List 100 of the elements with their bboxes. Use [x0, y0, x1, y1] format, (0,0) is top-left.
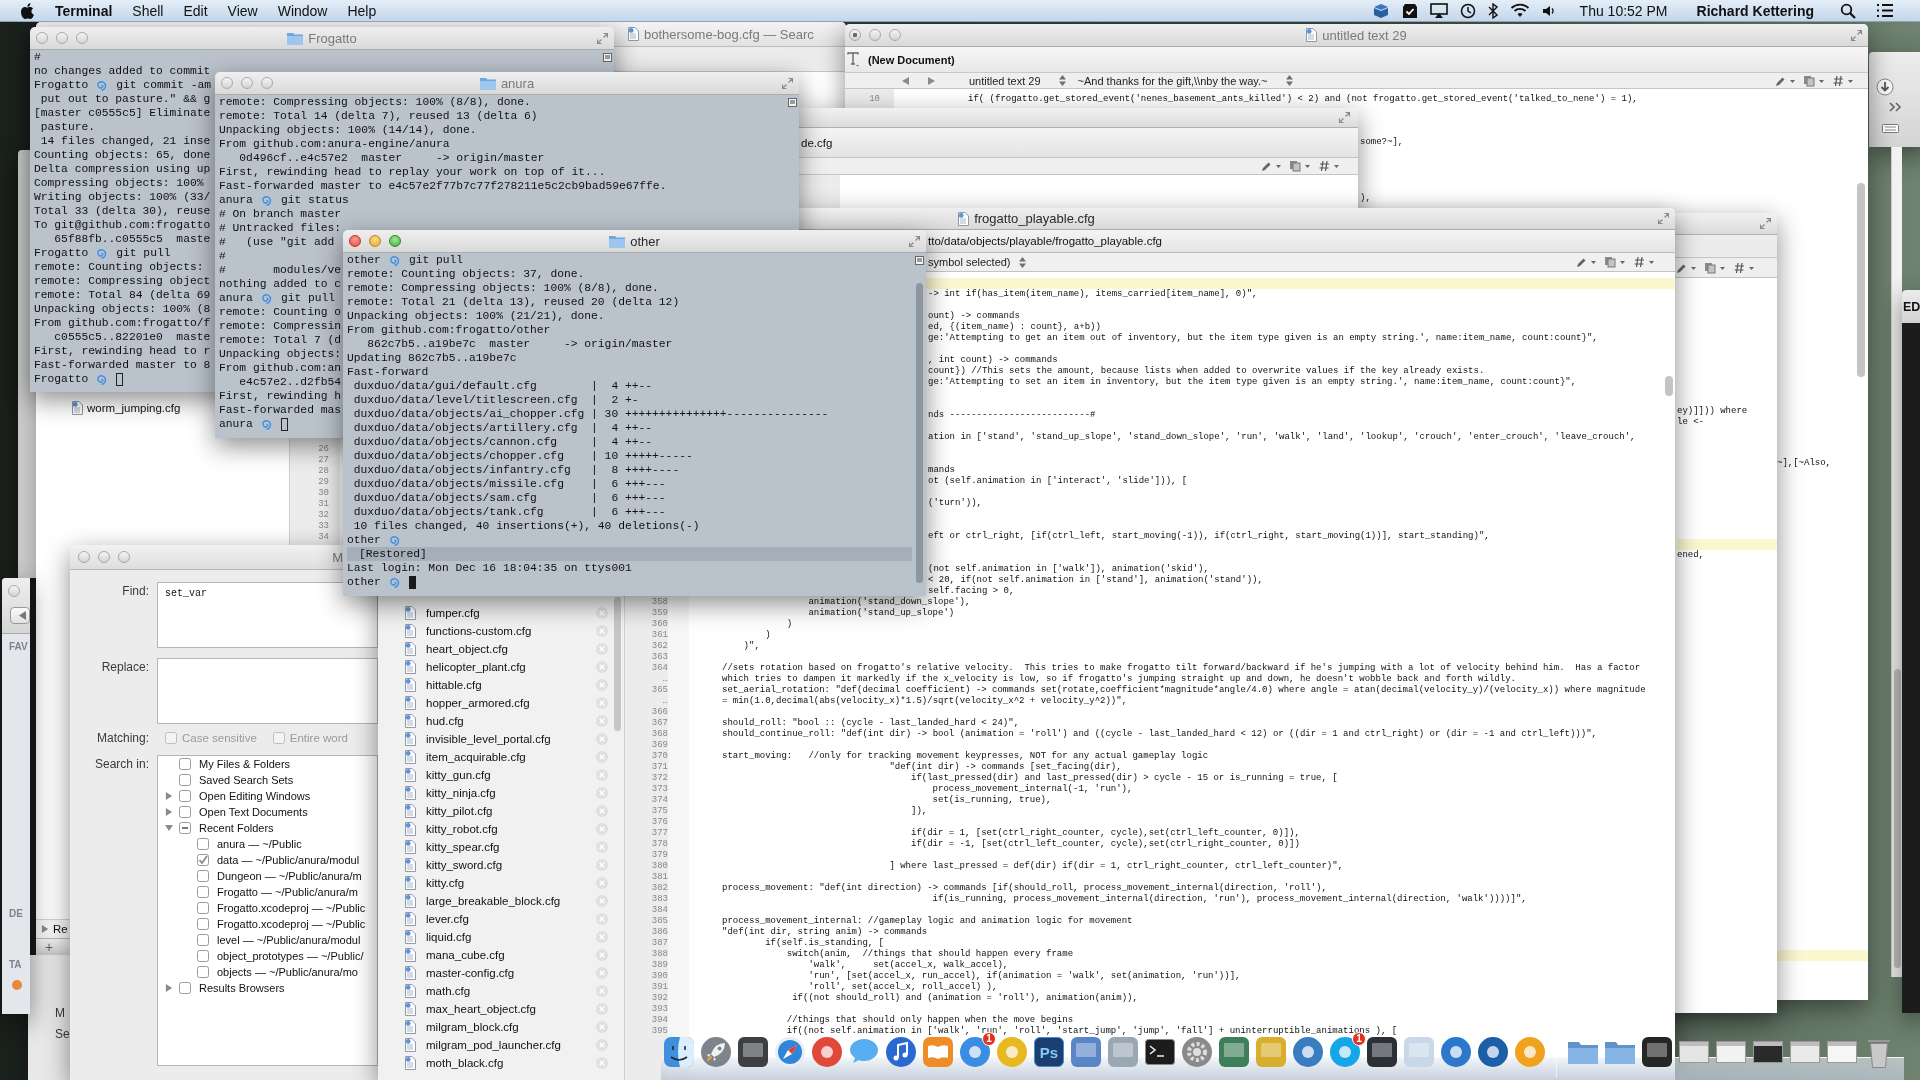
speaker-icon[interactable]: [1541, 3, 1556, 18]
search-location[interactable]: My Files & Folders: [199, 758, 291, 770]
menu-item[interactable]: Help: [347, 2, 377, 19]
checkbox[interactable]: [179, 822, 191, 834]
scrollbar-thumb[interactable]: [1665, 376, 1673, 396]
fullscreen-icon[interactable]: [909, 235, 920, 247]
file-item[interactable]: large_breakable_block.cfg: [426, 895, 561, 907]
file-item[interactable]: kitty_ninja.cfg: [426, 787, 496, 799]
file-item[interactable]: milgram_pod_launcher.cfg: [426, 1039, 561, 1051]
music-note-icon[interactable]: [884, 1035, 918, 1069]
app-circle-icon[interactable]: [1439, 1035, 1473, 1069]
checkbox[interactable]: [197, 870, 209, 882]
file-item[interactable]: functions-custom.cfg: [426, 625, 532, 637]
disclosure-triangle-icon[interactable]: [41, 925, 49, 933]
app-circle-icon[interactable]: [958, 1035, 992, 1069]
text-tool-icon[interactable]: [847, 52, 860, 67]
file-item[interactable]: hopper_armored.cfg: [426, 697, 530, 709]
checkbox[interactable]: [179, 806, 191, 818]
file-item[interactable]: liquid.cfg: [426, 931, 472, 943]
app-tile-icon[interactable]: [1365, 1035, 1399, 1069]
back-arrow-icon[interactable]: [902, 76, 909, 85]
documents-menu-icon[interactable]: [1289, 160, 1312, 172]
file-item[interactable]: hud.cfg: [426, 715, 464, 727]
checkbox[interactable]: [179, 790, 191, 802]
checkbox[interactable]: [179, 758, 191, 770]
split-pane-icon[interactable]: [914, 256, 924, 265]
file-item[interactable]: math.cfg: [426, 985, 471, 997]
scrollbar-thumb[interactable]: [915, 283, 923, 583]
disclosure-triangle-icon[interactable]: [165, 792, 173, 800]
menu-item[interactable]: Window: [277, 2, 328, 19]
split-pane-icon[interactable]: [602, 53, 612, 62]
checkbox[interactable]: [197, 950, 209, 962]
hash-menu-icon[interactable]: [1318, 160, 1341, 172]
search-location[interactable]: Recent Folders: [199, 822, 274, 834]
menu-item[interactable]: Edit: [183, 2, 208, 19]
apple-logo-icon[interactable]: [20, 2, 34, 19]
minimize-button[interactable]: [369, 235, 381, 247]
close-button[interactable]: [349, 235, 361, 247]
clock[interactable]: Thu 10:52 PM: [1579, 2, 1668, 19]
file-item[interactable]: fumper.cfg: [426, 607, 480, 619]
download-circle-icon[interactable]: [1876, 78, 1894, 96]
minimize-button[interactable]: [98, 551, 110, 563]
checkbox[interactable]: [197, 934, 209, 946]
app-circle-icon[interactable]: [1476, 1035, 1510, 1069]
zoom-button[interactable]: [261, 77, 273, 89]
checkbox[interactable]: [197, 966, 209, 978]
file-item[interactable]: kitty_spear.cfg: [426, 841, 500, 853]
bluetooth-icon[interactable]: [1487, 2, 1498, 19]
zoom-button[interactable]: [76, 32, 88, 44]
book-icon[interactable]: [921, 1035, 955, 1069]
app-tile-icon[interactable]: [1640, 1035, 1674, 1069]
app-tile-icon[interactable]: [1217, 1035, 1251, 1069]
zoom-button[interactable]: [389, 235, 401, 247]
search-location[interactable]: data — ~/Public/anura/modul: [217, 854, 360, 866]
close-button[interactable]: [78, 551, 90, 563]
checkbox[interactable]: [197, 886, 209, 898]
cube-icon[interactable]: [1371, 2, 1390, 19]
disclosure-triangle-icon[interactable]: [165, 824, 173, 832]
split-pane-icon[interactable]: [787, 98, 797, 107]
file-item[interactable]: moth_black.cfg: [426, 1057, 504, 1069]
app-circle-icon[interactable]: [810, 1035, 844, 1069]
app-tile-icon[interactable]: [1106, 1035, 1140, 1069]
app-tile-icon[interactable]: [1069, 1035, 1103, 1069]
disclosure-triangle-icon[interactable]: [165, 808, 173, 816]
pencil-menu-icon[interactable]: [1260, 160, 1283, 172]
letter-tile-icon[interactable]: Ps: [1034, 1037, 1064, 1067]
fullscreen-icon[interactable]: [1760, 218, 1771, 229]
file-item[interactable]: kitty.cfg: [426, 877, 465, 889]
hash-menu-icon[interactable]: [1733, 261, 1756, 274]
up-down-arrows-icon[interactable]: [1058, 75, 1066, 86]
documents-menu-icon[interactable]: [1704, 261, 1727, 274]
file-item[interactable]: hittable.cfg: [426, 679, 482, 691]
checkbox[interactable]: [197, 918, 209, 930]
double-chevron-icon[interactable]: [1889, 102, 1902, 112]
smiling-face-icon[interactable]: [662, 1035, 696, 1069]
add-button[interactable]: +: [45, 940, 54, 954]
file-item[interactable]: lever.cfg: [426, 913, 469, 925]
app-menu[interactable]: Terminal: [55, 2, 113, 19]
up-down-arrows-icon[interactable]: [1018, 256, 1026, 268]
close-button[interactable]: [849, 29, 861, 41]
replace-field[interactable]: [157, 658, 378, 724]
app-tile-icon[interactable]: [736, 1035, 770, 1069]
scrollbar-thumb[interactable]: [1894, 669, 1901, 968]
search-location[interactable]: anura — ~/Public: [217, 838, 302, 850]
fullscreen-icon[interactable]: [597, 32, 608, 44]
scrollbar-thumb[interactable]: [1857, 183, 1865, 377]
fullscreen-icon[interactable]: [782, 77, 793, 89]
file-item[interactable]: worm_jumping.cfg: [87, 402, 181, 414]
search-location[interactable]: Dungeon — ~/Public/anura/m: [217, 870, 362, 882]
file-item[interactable]: mana_cube.cfg: [426, 949, 505, 961]
search-location[interactable]: Saved Search Sets: [199, 774, 294, 786]
file-item[interactable]: kitty_sword.cfg: [426, 859, 503, 871]
file-path[interactable]: tto/data/objects/playable/frogatto_playable.cfg: [928, 235, 1162, 247]
file-item[interactable]: kitty_gun.cfg: [426, 769, 491, 781]
pencil-menu-icon[interactable]: [1575, 256, 1598, 268]
documents-menu-icon[interactable]: [1604, 256, 1627, 268]
documents-menu-icon[interactable]: [1803, 74, 1826, 87]
file-item[interactable]: item_acquirable.cfg: [426, 751, 526, 763]
minimize-button[interactable]: [56, 32, 68, 44]
menu-item[interactable]: Shell: [132, 2, 164, 19]
